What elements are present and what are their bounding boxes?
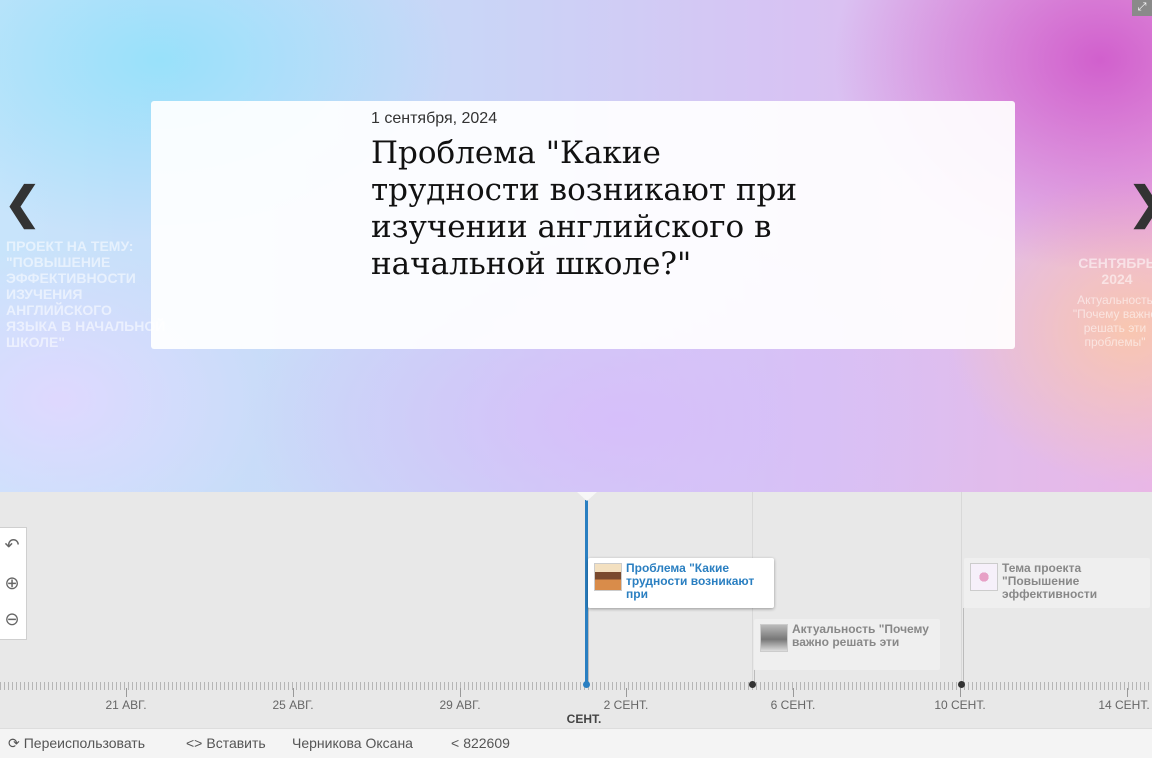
event-connector [588,608,589,682]
event-label: Тема проекта "Повышение эффективности [1002,561,1098,601]
next-slide-headline[interactable]: Актуальность "Почему важно решать эти пр… [1060,293,1152,349]
timeline-ruler [0,682,1152,690]
tick-label: 29 АВГ. [439,698,481,712]
reuse-label: Переиспользовать [23,735,146,751]
share-icon: < [451,735,460,751]
embed-label: Вставить [206,735,266,751]
author-link[interactable]: Черникова Оксана [292,735,413,751]
prev-slide-title[interactable]: Проект на тему: "Повышение эффективности… [6,238,166,350]
timeline-marker-pointer [577,492,597,501]
refresh-icon: ⟳ [8,735,20,751]
back-to-start-icon[interactable]: ↶ [0,530,24,560]
month-label: СЕНТ. [566,712,602,726]
tick-mark [460,688,461,697]
event-thumbnail-icon [970,563,998,591]
event-connector [963,608,964,682]
share-button[interactable]: <822609 [451,735,510,751]
timeline-dot [958,681,965,688]
code-icon: <> [186,735,203,751]
footer-bar: ⟳ Переиспользовать <> Вставить Черникова О… [0,728,1152,758]
tick-mark [960,688,961,697]
tick-mark [126,688,127,697]
event-thumbnail-icon [760,624,788,652]
share-count: 822609 [463,735,510,751]
timeline-gridline [961,492,962,682]
timeline-event-card[interactable]: Актуальность "Почему важно решать эти [754,619,940,670]
tick-label: 25 АВГ. [272,698,314,712]
tick-mark [626,688,627,697]
tick-label: 2 СЕНТ. [603,698,649,712]
timeline-event-card[interactable]: Тема проекта "Повышение эффективности [964,558,1150,608]
timeline-dot [583,681,590,688]
slide-stage: ⤢ ❮ Проект на тему: "Повышение эффективн… [0,0,1152,492]
event-connector [754,670,755,682]
tick-mark [293,688,294,697]
zoom-controls: ↶ ⊕ ⊖ [0,527,27,640]
next-slide-arrow-icon[interactable]: ❯ [1128,182,1152,226]
tick-label: 10 СЕНТ. [934,698,986,712]
reuse-button[interactable]: ⟳ Переиспользовать [8,735,145,752]
tick-mark [793,688,794,697]
tick-label: 6 СЕНТ. [770,698,816,712]
next-slide-date[interactable]: Сентябрь 2024 [1062,255,1152,287]
embed-button[interactable]: <> Вставить [186,735,266,751]
event-label: Актуальность "Почему важно решать эти [792,622,929,649]
event-label: Проблема "Какие трудности возникают при [626,561,755,601]
tick-label: 21 АВГ. [105,698,147,712]
slide-date: 1 сентября, 2024 [371,110,498,127]
slide-card: 1 сентября, 2024 Проблема "Какие труднос… [151,101,1015,349]
event-thumbnail-icon [594,563,622,591]
timeline-dot [749,681,756,688]
tick-label: 14 СЕНТ. [1098,698,1150,712]
prev-slide-arrow-icon[interactable]: ❮ [4,182,41,226]
zoom-in-icon[interactable]: ⊕ [0,568,24,598]
slide-title: Проблема "Какие трудности возникают при … [371,135,798,282]
tick-mark [1127,688,1128,697]
timeline-navigator[interactable]: ↶ ⊕ ⊖ Проблема "Какие трудности возникаю… [0,492,1152,728]
fullscreen-icon[interactable]: ⤢ [1132,0,1152,16]
timeline-event-card[interactable]: Проблема "Какие трудности возникают при [588,558,774,608]
zoom-out-icon[interactable]: ⊖ [0,604,24,634]
